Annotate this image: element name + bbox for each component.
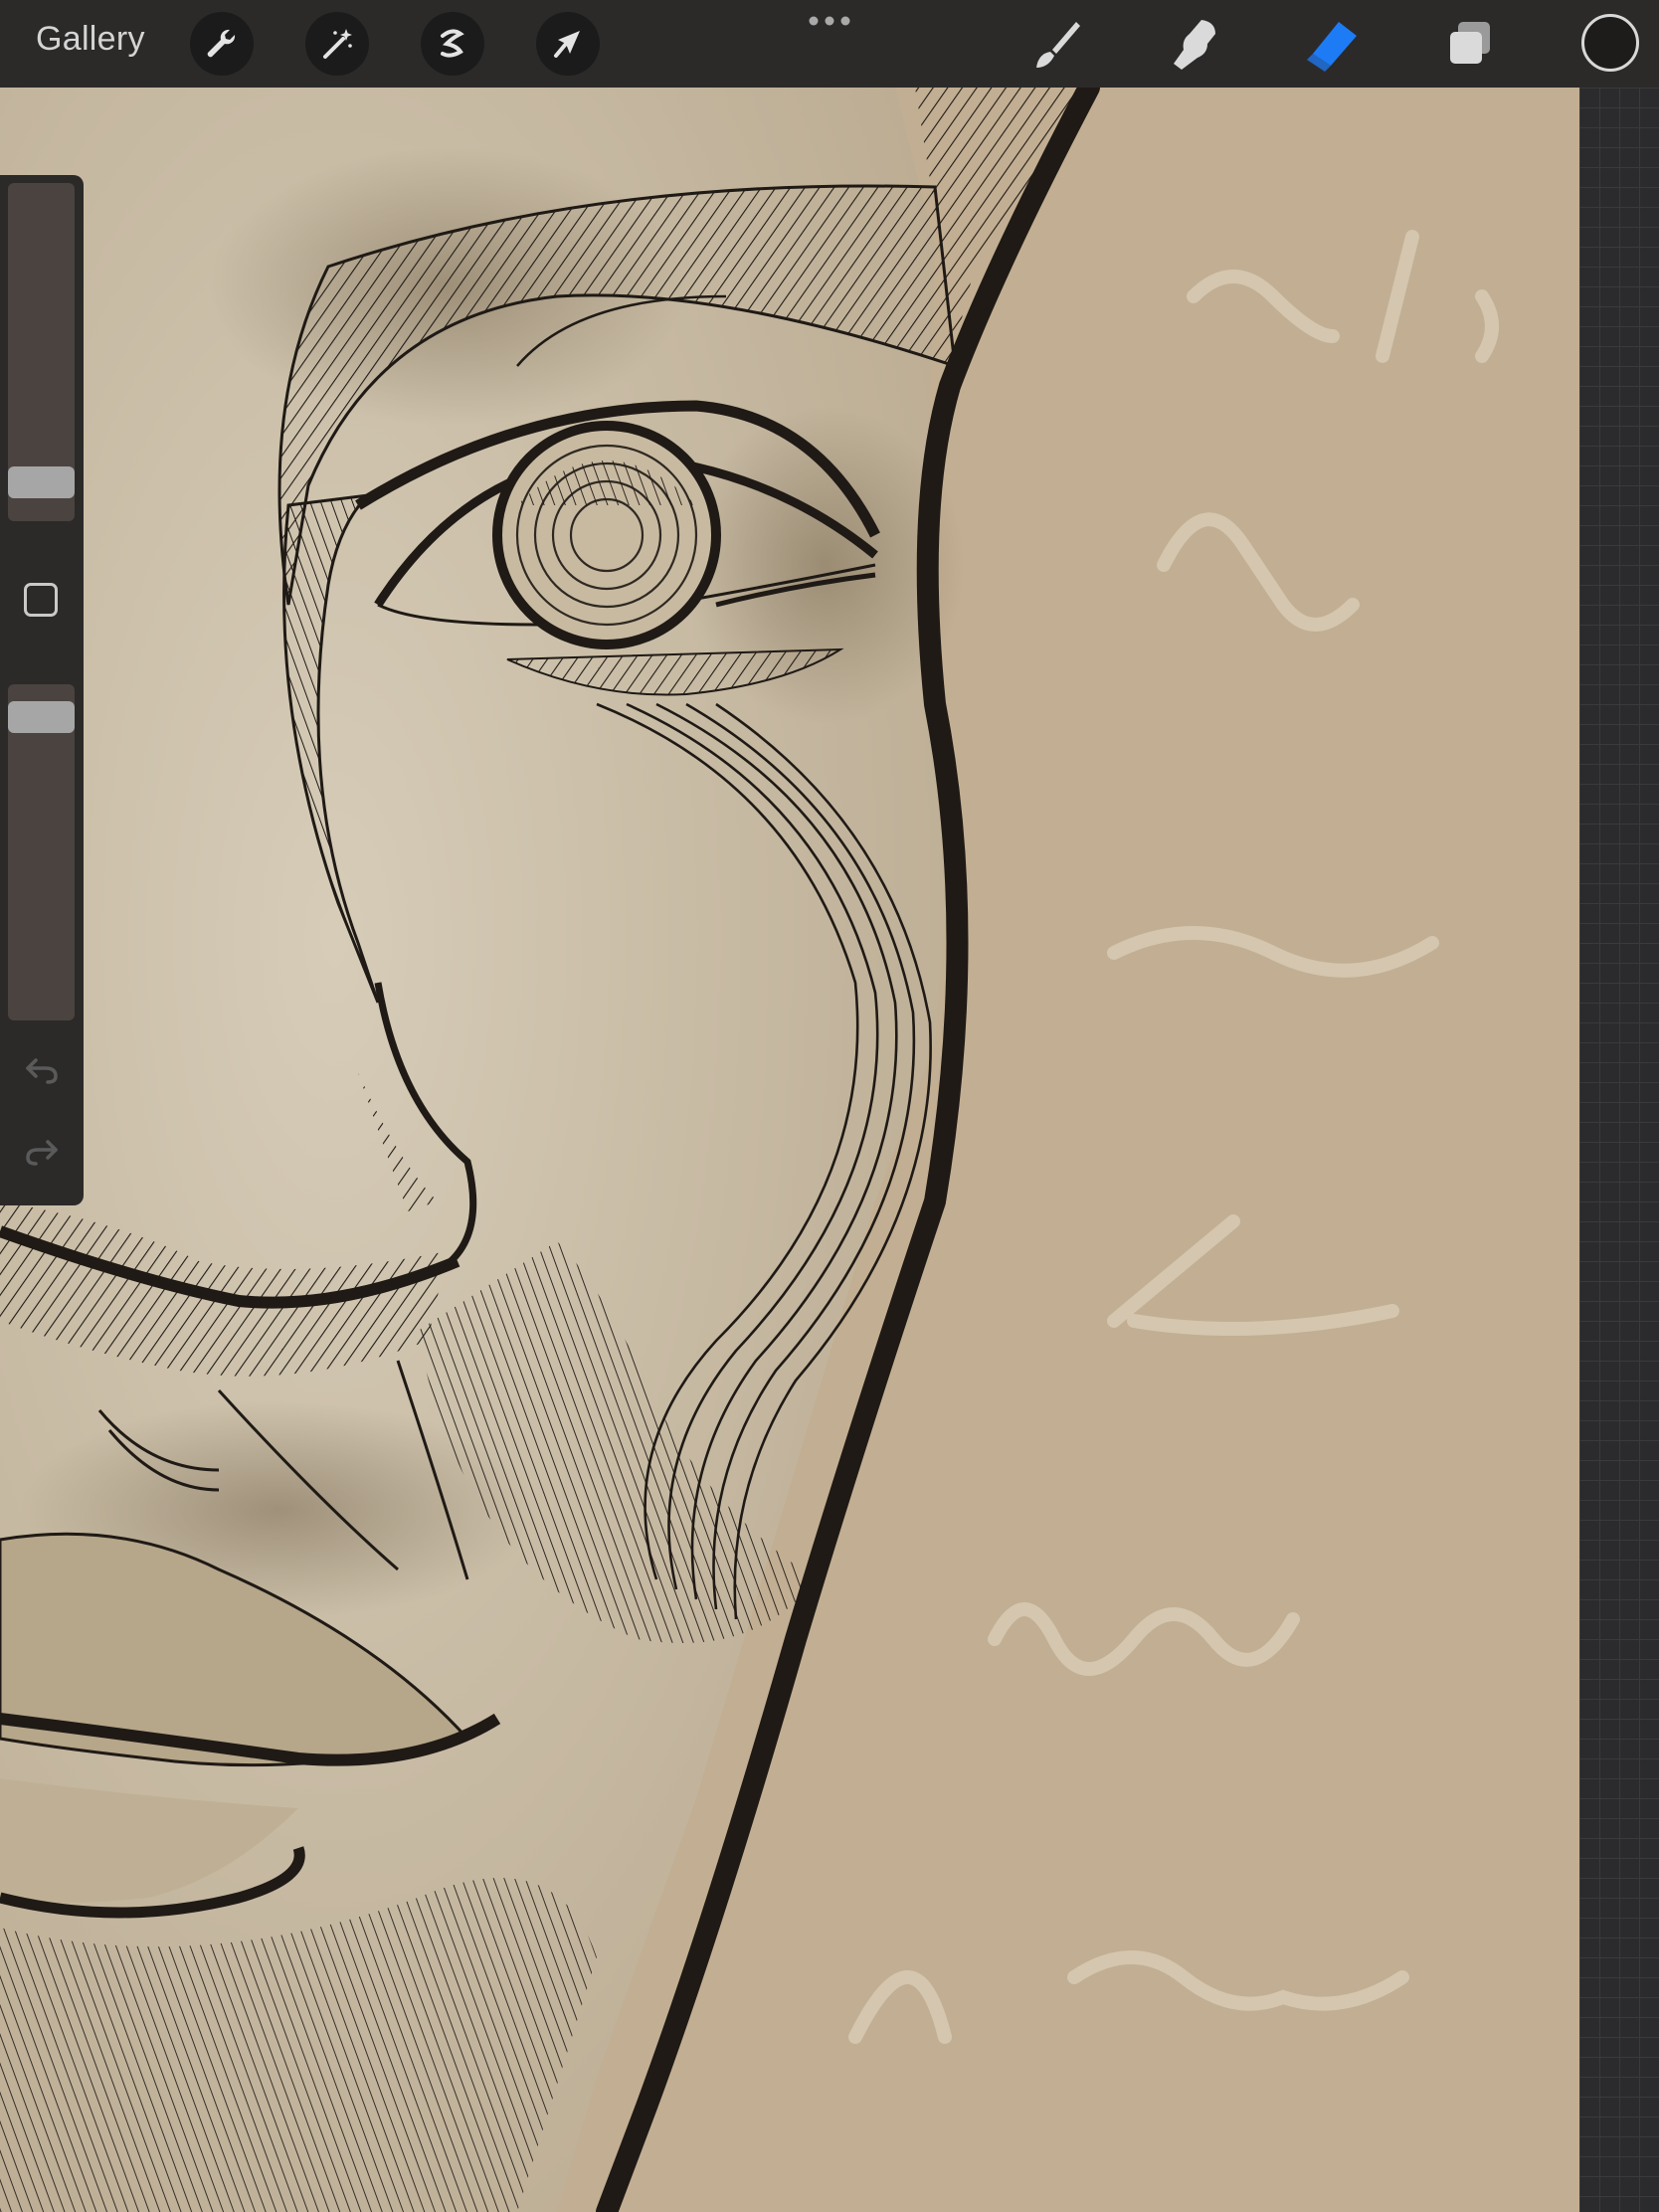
- color-picker[interactable]: [1581, 14, 1639, 72]
- magic-wand-icon: [323, 29, 352, 59]
- undo-icon[interactable]: [22, 1050, 62, 1090]
- opacity-handle[interactable]: [8, 701, 75, 734]
- layers-icon[interactable]: [1438, 14, 1500, 76]
- opacity-slider[interactable]: [8, 684, 75, 1020]
- top-toolbar: Gallery: [0, 0, 1659, 88]
- brush-icon[interactable]: [1026, 14, 1088, 76]
- transform-button[interactable]: [536, 12, 600, 76]
- gallery-button[interactable]: Gallery: [36, 20, 145, 59]
- smudge-icon[interactable]: [1164, 14, 1225, 76]
- brush-size-handle[interactable]: [8, 465, 75, 498]
- left-sidebar: [0, 175, 84, 1205]
- adjustments-button[interactable]: [305, 12, 369, 76]
- more-options-icon[interactable]: [808, 14, 851, 28]
- selection-icon: [441, 29, 464, 58]
- actions-button[interactable]: [190, 12, 254, 76]
- artwork: [0, 88, 1579, 2212]
- wrench-icon: [207, 29, 236, 58]
- canvas-edge-grid: [1579, 88, 1659, 2212]
- modify-button[interactable]: [24, 583, 58, 617]
- eraser-icon[interactable]: [1301, 14, 1363, 76]
- iris: [492, 421, 721, 649]
- drawing-canvas[interactable]: [0, 88, 1579, 2212]
- selection-button[interactable]: [421, 12, 484, 76]
- transform-arrow-icon: [554, 31, 580, 58]
- redo-icon[interactable]: [22, 1132, 62, 1172]
